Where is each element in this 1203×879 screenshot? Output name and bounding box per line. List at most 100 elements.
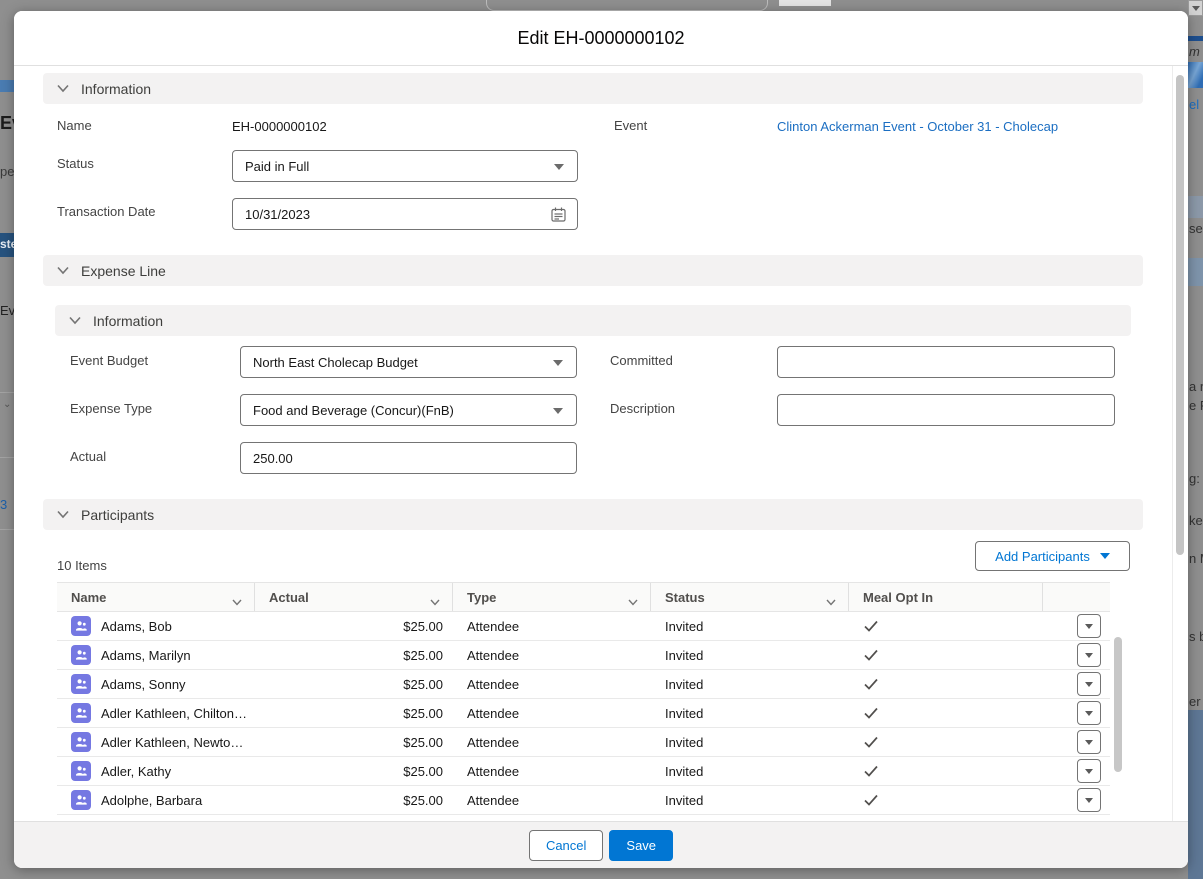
- description-input[interactable]: [777, 394, 1115, 426]
- chevron-down-icon: [1085, 711, 1093, 716]
- participant-icon: [71, 761, 91, 781]
- status-label: Status: [57, 156, 94, 171]
- section-title: Information: [81, 81, 151, 97]
- row-actions-button[interactable]: [1077, 701, 1101, 725]
- row-actions-button[interactable]: [1077, 730, 1101, 754]
- participant-icon: [71, 674, 91, 694]
- column-header-meal-opt-in[interactable]: Meal Opt In: [849, 583, 1043, 611]
- check-icon: [863, 619, 879, 633]
- participant-actual: $25.00: [255, 648, 453, 663]
- chevron-down-icon[interactable]: [826, 594, 836, 609]
- participant-status: Invited: [651, 677, 849, 692]
- participant-status: Invited: [651, 793, 849, 808]
- row-actions-button[interactable]: [1077, 614, 1101, 638]
- column-header-type[interactable]: Type: [453, 583, 651, 611]
- transaction-date-field[interactable]: 10/31/2023: [232, 198, 578, 230]
- chevron-down-icon: [1085, 653, 1093, 658]
- background-link-fragment: el: [1189, 97, 1199, 112]
- background-text-fragment: er: [1189, 694, 1201, 709]
- participant-name: Adams, Sonny: [101, 677, 186, 692]
- actual-input[interactable]: [240, 442, 577, 474]
- check-icon: [863, 735, 879, 749]
- background-link-fragment: 3: [0, 497, 7, 512]
- participant-type: Attendee: [453, 619, 651, 634]
- background-text-fragment: a r: [1189, 379, 1203, 394]
- chevron-down-icon: [69, 316, 81, 325]
- event-budget-selected-value: North East Cholecap Budget: [253, 355, 418, 370]
- expense-type-label: Expense Type: [70, 401, 152, 416]
- row-actions-button[interactable]: [1077, 788, 1101, 812]
- committed-label: Committed: [610, 353, 673, 368]
- section-header-expense-line[interactable]: Expense Line: [43, 255, 1143, 286]
- background-fragment: [779, 0, 831, 6]
- chevron-down-icon: [57, 510, 69, 519]
- section-header-participants[interactable]: Participants: [43, 499, 1143, 530]
- combobox-arrow-icon: [554, 164, 564, 170]
- calendar-icon[interactable]: [551, 207, 566, 225]
- modal-header: Edit EH-0000000102: [14, 11, 1188, 66]
- participant-actual: $25.00: [255, 764, 453, 779]
- background-banner-fragment: [0, 80, 14, 92]
- participant-icon: [71, 790, 91, 810]
- chevron-down-icon[interactable]: [232, 594, 242, 609]
- chevron-down-icon: [1085, 740, 1093, 745]
- event-link[interactable]: Clinton Ackerman Event - October 31 - Ch…: [777, 119, 1058, 134]
- participant-name: Adler Kathleen, Newto…: [101, 735, 243, 750]
- add-participants-label: Add Participants: [995, 549, 1090, 564]
- table-row: Adolphe, Barbara $25.00 Attendee Invited: [57, 786, 1110, 815]
- table-row: Adams, Bob $25.00 Attendee Invited: [57, 612, 1110, 641]
- combobox-arrow-icon: [553, 408, 563, 414]
- table-row: Adams, Sonny $25.00 Attendee Invited: [57, 670, 1110, 699]
- table-scrollbar-thumb[interactable]: [1114, 637, 1122, 772]
- transaction-date-label: Transaction Date: [57, 204, 156, 219]
- table-row: Adler Kathleen, Chilton… $25.00 Attendee…: [57, 699, 1110, 728]
- column-header-status[interactable]: Status: [651, 583, 849, 611]
- participant-type: Attendee: [453, 677, 651, 692]
- column-header-actions: [1043, 583, 1110, 611]
- participant-type: Attendee: [453, 735, 651, 750]
- participant-name: Adler, Kathy: [101, 764, 171, 779]
- description-label: Description: [610, 401, 675, 416]
- background-text-fragment: s b: [1189, 629, 1203, 644]
- save-button[interactable]: Save: [609, 830, 673, 861]
- row-actions-button[interactable]: [1077, 672, 1101, 696]
- add-participants-button[interactable]: Add Participants: [975, 541, 1130, 571]
- event-budget-combobox[interactable]: North East Cholecap Budget: [240, 346, 577, 378]
- expense-type-combobox[interactable]: Food and Beverage (Concur)(FnB): [240, 394, 577, 426]
- participant-icon: [71, 732, 91, 752]
- background-text-fragment: ke: [1189, 513, 1203, 528]
- participant-name: Adams, Marilyn: [101, 648, 191, 663]
- participant-actual: $25.00: [255, 619, 453, 634]
- chevron-down-icon[interactable]: [628, 594, 638, 609]
- column-header-name[interactable]: Name: [57, 583, 255, 611]
- check-icon: [863, 677, 879, 691]
- check-icon: [863, 793, 879, 807]
- participant-type: Attendee: [453, 793, 651, 808]
- background-dropdown-fragment: [1188, 0, 1203, 16]
- modal-body: Information Name EH-0000000102 Event Cli…: [14, 66, 1188, 821]
- background-text-fragment: se: [1189, 221, 1203, 236]
- modal-scrollbar-thumb[interactable]: [1176, 75, 1184, 555]
- check-icon: [863, 764, 879, 778]
- background-fragment: [1188, 196, 1203, 218]
- chevron-down-icon[interactable]: [430, 594, 440, 609]
- background-text-fragment: m: [1189, 44, 1200, 59]
- committed-input[interactable]: [777, 346, 1115, 378]
- column-header-actual[interactable]: Actual: [255, 583, 453, 611]
- button-menu-arrow-icon: [1100, 553, 1110, 559]
- section-header-expense-information[interactable]: Information: [55, 305, 1131, 336]
- table-row: Adams, Marilyn $25.00 Attendee Invited: [57, 641, 1110, 670]
- table-row: Adler Kathleen, Newto… $25.00 Attendee I…: [57, 728, 1110, 757]
- section-header-information[interactable]: Information: [43, 73, 1143, 104]
- row-actions-button[interactable]: [1077, 759, 1101, 783]
- participant-name: Adolphe, Barbara: [101, 793, 202, 808]
- status-combobox[interactable]: Paid in Full: [232, 150, 578, 182]
- event-budget-label: Event Budget: [70, 353, 148, 368]
- chevron-down-icon: [1085, 798, 1093, 803]
- expense-type-selected-value: Food and Beverage (Concur)(FnB): [253, 403, 454, 418]
- participant-actual: $25.00: [255, 677, 453, 692]
- cancel-button[interactable]: Cancel: [529, 830, 603, 861]
- participant-status: Invited: [651, 619, 849, 634]
- background-banner-fragment: [1188, 62, 1203, 88]
- row-actions-button[interactable]: [1077, 643, 1101, 667]
